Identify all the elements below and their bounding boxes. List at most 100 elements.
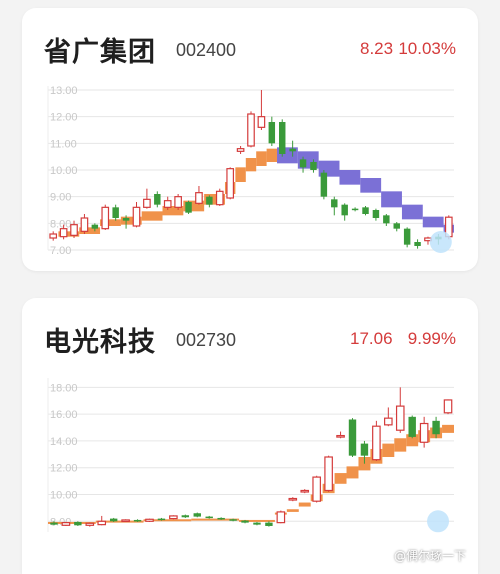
candle-body [276,511,286,524]
candle-body [362,207,369,214]
candle-body [299,159,307,168]
candle-body [372,425,381,461]
candle-body [351,208,359,211]
candlestick-chart[interactable]: 18.0016.0014.0012.0010.008.00 [22,298,478,574]
candle-body [101,206,110,230]
candle-body [50,522,58,525]
band-segment [334,473,347,484]
candle-body [403,228,411,245]
y-tick-label: 9.00 [50,192,71,204]
band-segment [245,158,257,172]
stock-card[interactable]: 电光科技 002730 17.06 9.99% 18.00 16.00 14.00 1… [22,298,478,574]
candle-body [133,519,142,522]
candle-body [257,116,266,128]
candle-body [408,416,416,437]
band-segment [422,216,444,228]
band-segment [286,509,299,512]
candle-body [206,196,213,205]
candle-body [226,168,235,199]
candle-body [185,202,192,213]
band-segment [339,170,361,185]
candle-body [132,206,141,227]
candle-body [414,242,421,246]
candle-body [169,515,178,520]
candle-body [443,399,453,414]
band-segment [298,502,311,507]
candle-body [74,521,82,526]
candle-body [229,519,237,521]
candle-body [348,419,357,456]
candle-body [432,420,440,435]
y-tick-label: 13.00 [50,85,78,97]
candlestick-chart[interactable]: 13.0012.0011.0010.009.008.007.00 [22,8,478,271]
band-segment [141,211,163,221]
candle-body [279,122,286,154]
y-tick-label: 16.00 [50,409,78,421]
candle-body [205,516,213,519]
band-segment [394,438,407,452]
candle-body [122,218,130,221]
candle-body [393,223,400,229]
candle-body [195,192,203,204]
candle-body [70,224,78,236]
band-segment [381,191,402,208]
candle-body [268,122,276,144]
candle-body [324,456,333,492]
candle-body [247,113,255,147]
stock-card[interactable]: 省广集团 002400 8.23 10.03% 13.00 12.00 11.00 1… [22,8,478,271]
candle-body [157,518,166,521]
band-segment [256,151,267,166]
candle-body [384,417,393,426]
candle-body [80,217,89,232]
candle-body [383,215,390,224]
y-tick-label: 10.00 [50,490,78,502]
candle-body [217,517,225,520]
y-tick-label: 11.00 [50,138,77,150]
candle-body [288,497,298,501]
highlight-dot [427,510,450,533]
candle-body [341,204,348,216]
watermark: @偶尔琢一下 [393,549,466,563]
candle-body [215,190,224,206]
candle-body [310,162,317,170]
candle-body [61,522,71,526]
band-segment [442,424,454,433]
band-segment [266,148,278,162]
candle-body [163,200,172,208]
candle-body [300,489,310,493]
candle-body [145,518,154,522]
candle-body [109,518,118,522]
candle-body [193,513,201,517]
y-tick-label: 12.00 [50,463,78,475]
candle-body [181,515,190,518]
candle-body [112,207,119,218]
candle-body [320,172,328,197]
candle-body [154,194,161,205]
candle-body [97,520,107,526]
band-segment [401,204,423,220]
candle-body [395,405,405,431]
band-segment [346,466,359,479]
candle-body [360,443,369,456]
y-tick-label: 14.00 [50,436,78,448]
candle-body [289,148,296,152]
candle-body [174,196,182,208]
candle-body [49,233,58,239]
candle-body [336,434,345,438]
band-segment [382,443,395,457]
candle-body [419,422,429,443]
candle-body [312,476,321,502]
y-tick-label: 18.00 [50,382,78,394]
candle-body [121,519,130,523]
candle-body [372,210,380,218]
y-tick-label: 7.00 [50,245,71,257]
candle-body [265,522,273,526]
candle-body [236,148,245,152]
band-segment [235,167,246,182]
candle-body [241,520,249,523]
candle-body [85,522,95,526]
candle-body [253,522,261,525]
candle-body [143,198,151,208]
highlight-dot [429,231,452,253]
band-segment [360,178,382,193]
